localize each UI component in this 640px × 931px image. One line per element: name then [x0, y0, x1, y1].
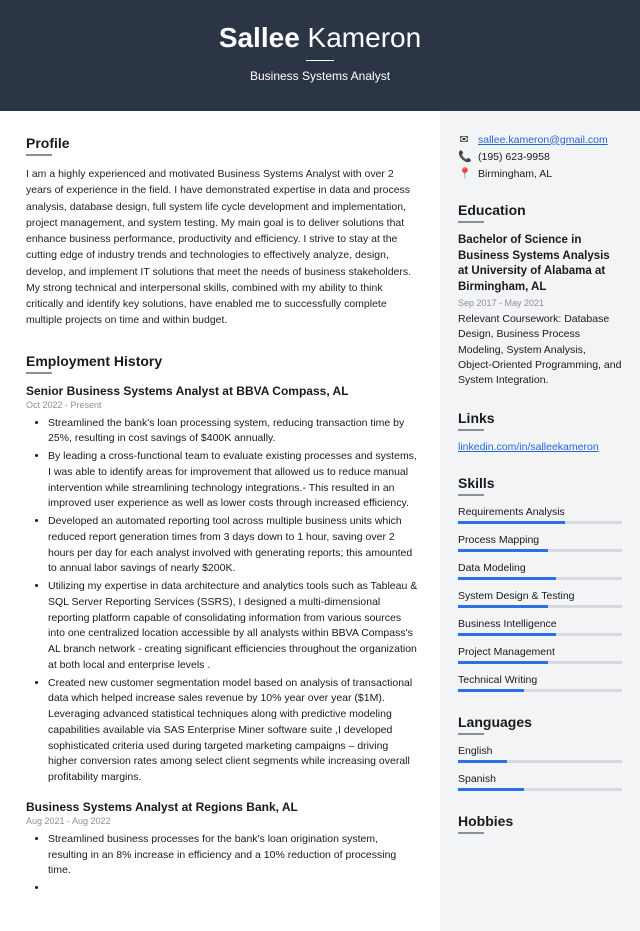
heading-underline: [458, 494, 484, 496]
skill-item: Requirements Analysis: [458, 506, 622, 524]
resume-page: Sallee Kameron Business Systems Analyst …: [0, 0, 640, 931]
skill-bar-fill: [458, 605, 548, 608]
job-dates: Aug 2021 - Aug 2022: [26, 816, 418, 826]
skill-name: Technical Writing: [458, 674, 622, 686]
employment-section: Employment History Senior Business Syste…: [26, 353, 418, 897]
job-position: Senior Business Systems Analyst at BBVA …: [26, 384, 418, 398]
skill-bar-fill: [458, 577, 556, 580]
profile-text: I am a highly experienced and motivated …: [26, 166, 418, 329]
employment-heading: Employment History: [26, 353, 418, 369]
links-section: Links linkedin.com/in/salleekameron: [458, 410, 622, 453]
skill-bar: [458, 577, 622, 580]
skill-name: Data Modeling: [458, 562, 622, 574]
skill-item: Technical Writing: [458, 674, 622, 692]
skill-bar-fill: [458, 661, 548, 664]
education-section: Education Bachelor of Science in Busines…: [458, 202, 622, 388]
first-name: Sallee: [219, 22, 300, 53]
skill-bar: [458, 605, 622, 608]
skill-bar-fill: [458, 549, 548, 552]
languages-section: Languages English Spanish: [458, 714, 622, 791]
job-bullet: By leading a cross-functional team to ev…: [48, 449, 418, 512]
heading-underline: [458, 429, 484, 431]
skill-item: Project Management: [458, 646, 622, 664]
envelope-icon: ✉: [458, 133, 470, 146]
skill-name: Business Intelligence: [458, 618, 622, 630]
job-bullets: Streamlined business processes for the b…: [26, 832, 418, 897]
contact-location-row: 📍 Birmingham, AL: [458, 167, 622, 180]
job-entry: Business Systems Analyst at Regions Bank…: [26, 800, 418, 897]
language-bar: [458, 788, 622, 791]
job-bullet: Streamlined the bank's loan processing s…: [48, 416, 418, 448]
skill-name: Requirements Analysis: [458, 506, 622, 518]
skill-bar-fill: [458, 521, 565, 524]
job-entry: Senior Business Systems Analyst at BBVA …: [26, 384, 418, 786]
hobbies-heading: Hobbies: [458, 813, 622, 829]
language-bar-fill: [458, 760, 507, 763]
job-bullets: Streamlined the bank's loan processing s…: [26, 416, 418, 786]
skill-bar: [458, 549, 622, 552]
languages-heading: Languages: [458, 714, 622, 730]
profile-section: Profile I am a highly experienced and mo…: [26, 135, 418, 329]
skill-item: System Design & Testing: [458, 590, 622, 608]
skill-bar: [458, 689, 622, 692]
language-name: English: [458, 745, 622, 757]
body: Profile I am a highly experienced and mo…: [0, 111, 640, 931]
job-bullet: Created new customer segmentation model …: [48, 676, 418, 786]
heading-underline: [458, 733, 484, 735]
contact-phone-row: 📞 (195) 623-9958: [458, 150, 622, 163]
skill-bar: [458, 661, 622, 664]
skill-name: System Design & Testing: [458, 590, 622, 602]
job-position: Business Systems Analyst at Regions Bank…: [26, 800, 418, 814]
phone-icon: 📞: [458, 150, 470, 163]
job-bullet: Utilizing my expertise in data architect…: [48, 579, 418, 674]
job-bullet: Developed an automated reporting tool ac…: [48, 514, 418, 577]
job-dates: Oct 2022 - Present: [26, 400, 418, 410]
job-title: Business Systems Analyst: [20, 69, 620, 83]
language-item: English: [458, 745, 622, 763]
main-column: Profile I am a highly experienced and mo…: [0, 111, 440, 931]
language-item: Spanish: [458, 773, 622, 791]
language-bar-fill: [458, 788, 524, 791]
name-underline: [306, 60, 334, 61]
hobbies-section: Hobbies: [458, 813, 622, 834]
heading-underline: [26, 154, 52, 156]
skill-item: Process Mapping: [458, 534, 622, 552]
education-dates: Sep 2017 - May 2021: [458, 298, 622, 308]
skills-section: Skills Requirements Analysis Process Mapp…: [458, 475, 622, 692]
linkedin-link[interactable]: linkedin.com/in/salleekameron: [458, 441, 599, 453]
header: Sallee Kameron Business Systems Analyst: [0, 0, 640, 111]
language-name: Spanish: [458, 773, 622, 785]
heading-underline: [458, 221, 484, 223]
job-bullet: [48, 881, 418, 897]
skill-bar-fill: [458, 633, 556, 636]
skills-heading: Skills: [458, 475, 622, 491]
profile-heading: Profile: [26, 135, 418, 151]
person-name: Sallee Kameron: [20, 22, 620, 54]
skill-item: Data Modeling: [458, 562, 622, 580]
links-heading: Links: [458, 410, 622, 426]
skill-bar-fill: [458, 689, 524, 692]
skill-bar: [458, 633, 622, 636]
heading-underline: [458, 832, 484, 834]
heading-underline: [26, 372, 52, 374]
language-bar: [458, 760, 622, 763]
skill-item: Business Intelligence: [458, 618, 622, 636]
skill-name: Project Management: [458, 646, 622, 658]
contact-section: ✉ sallee.kameron@gmail.com 📞 (195) 623-9…: [458, 133, 622, 180]
job-bullet: Streamlined business processes for the b…: [48, 832, 418, 879]
contact-email-row: ✉ sallee.kameron@gmail.com: [458, 133, 622, 146]
sidebar: ✉ sallee.kameron@gmail.com 📞 (195) 623-9…: [440, 111, 640, 931]
education-heading: Education: [458, 202, 622, 218]
map-pin-icon: 📍: [458, 167, 470, 180]
education-description: Relevant Coursework: Database Design, Bu…: [458, 312, 622, 388]
email-link[interactable]: sallee.kameron@gmail.com: [478, 134, 608, 146]
skill-name: Process Mapping: [458, 534, 622, 546]
last-name: Kameron: [308, 22, 422, 53]
location-text: Birmingham, AL: [478, 168, 552, 180]
education-degree: Bachelor of Science in Business Systems …: [458, 233, 622, 295]
phone-text: (195) 623-9958: [478, 151, 550, 163]
skill-bar: [458, 521, 622, 524]
